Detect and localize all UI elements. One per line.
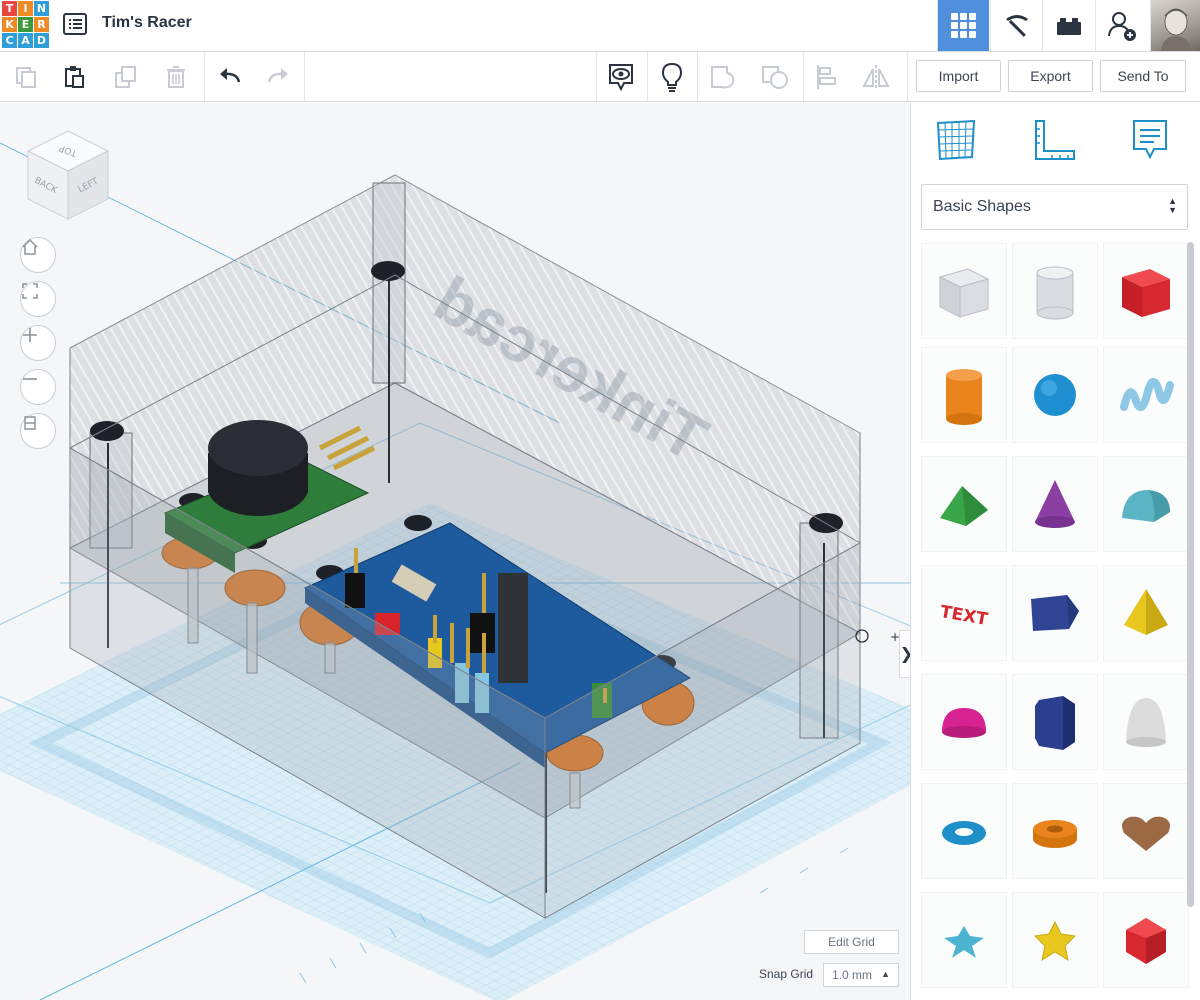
shape-torus[interactable] bbox=[921, 783, 1007, 879]
edit-grid-button[interactable]: Edit Grid bbox=[804, 930, 899, 954]
copy-icon[interactable] bbox=[8, 60, 44, 94]
shape-heart[interactable] bbox=[1103, 783, 1189, 879]
logo-letter: K bbox=[2, 17, 17, 32]
top-bar: T I N K E R C A D Tim's Racer bbox=[0, 0, 1200, 52]
snap-grid-label: Snap Grid bbox=[759, 967, 814, 981]
align-icon[interactable] bbox=[808, 60, 844, 94]
snap-grid-select[interactable]: 1.0 mm ▲ bbox=[823, 963, 899, 987]
3d-design-grid-icon[interactable] bbox=[937, 0, 989, 51]
bricks-icon[interactable] bbox=[1042, 0, 1094, 51]
ruler-icon[interactable] bbox=[1029, 115, 1079, 165]
shape-cylinder-hole[interactable] bbox=[1012, 243, 1098, 339]
logo-letter: I bbox=[18, 1, 33, 16]
snap-grid-value: 1.0 mm bbox=[832, 968, 873, 982]
collapse-panel-button[interactable]: ❯ bbox=[899, 630, 910, 678]
zoom-in-icon[interactable] bbox=[20, 325, 56, 361]
shape-icosahedron[interactable] bbox=[1103, 892, 1189, 988]
shape-cone[interactable] bbox=[1012, 456, 1098, 552]
lightbulb-icon[interactable] bbox=[654, 60, 690, 94]
duplicate-icon[interactable] bbox=[108, 60, 144, 94]
shape-cylinder[interactable] bbox=[921, 347, 1007, 443]
delete-icon[interactable] bbox=[158, 60, 194, 94]
zoom-out-icon[interactable] bbox=[20, 369, 56, 405]
edit-toolbar: Import Export Send To bbox=[0, 52, 1200, 102]
shape-tube[interactable] bbox=[1012, 783, 1098, 879]
send-to-button[interactable]: Send To bbox=[1100, 60, 1186, 92]
perspective-icon[interactable] bbox=[20, 413, 56, 449]
export-button[interactable]: Export bbox=[1008, 60, 1093, 92]
mirror-icon[interactable] bbox=[858, 60, 894, 94]
shape-sphere[interactable] bbox=[1012, 347, 1098, 443]
shape-box[interactable] bbox=[1103, 243, 1189, 339]
paste-icon[interactable] bbox=[56, 60, 92, 94]
shape-text-label: TEXT bbox=[938, 602, 989, 630]
design-list-icon[interactable] bbox=[63, 13, 87, 35]
workplane-viewport[interactable]: Tinkercad + TOP BACK LEFT Edit Grid Snap… bbox=[0, 103, 910, 1000]
notes-visibility-icon[interactable] bbox=[603, 60, 639, 94]
shape-category-select[interactable]: Basic Shapes ▲ ▼ bbox=[921, 184, 1188, 230]
shape-polygon-wedge[interactable] bbox=[1012, 565, 1098, 661]
add-user-icon[interactable] bbox=[1095, 0, 1147, 51]
import-button[interactable]: Import bbox=[916, 60, 1001, 92]
home-view-icon[interactable] bbox=[20, 237, 56, 273]
notes-icon[interactable] bbox=[1125, 115, 1175, 165]
group-icon[interactable] bbox=[706, 60, 742, 94]
shapes-panel: Basic Shapes ▲ ▼ TEXT bbox=[910, 103, 1200, 1000]
logo-letter: D bbox=[34, 33, 49, 48]
user-avatar[interactable] bbox=[1150, 0, 1200, 51]
logo-letter: A bbox=[18, 33, 33, 48]
pickaxe-icon[interactable] bbox=[990, 0, 1042, 51]
shape-pyramid[interactable] bbox=[1103, 565, 1189, 661]
logo-letter: E bbox=[18, 17, 33, 32]
logo-letter: N bbox=[34, 1, 49, 16]
shape-star-3d[interactable] bbox=[1012, 892, 1098, 988]
shape-round-roof[interactable] bbox=[1103, 456, 1189, 552]
fit-view-icon[interactable] bbox=[20, 281, 56, 317]
logo-letter: T bbox=[2, 1, 17, 16]
workplane-icon[interactable] bbox=[931, 115, 981, 165]
redo-icon[interactable] bbox=[260, 60, 296, 94]
shape-text[interactable]: TEXT bbox=[921, 565, 1007, 661]
shape-box-hole[interactable] bbox=[921, 243, 1007, 339]
logo-letter: C bbox=[2, 33, 17, 48]
shape-category-value: Basic Shapes bbox=[933, 198, 1031, 215]
design-title[interactable]: Tim's Racer bbox=[102, 14, 192, 32]
shape-half-sphere[interactable] bbox=[921, 674, 1007, 770]
undo-icon[interactable] bbox=[212, 60, 248, 94]
updown-caret-icon: ▲ ▼ bbox=[1168, 196, 1177, 215]
shape-polygon[interactable] bbox=[1012, 674, 1098, 770]
tinkercad-logo[interactable]: T I N K E R C A D bbox=[2, 1, 49, 48]
panel-scrollbar[interactable] bbox=[1187, 242, 1194, 907]
shape-star[interactable] bbox=[921, 892, 1007, 988]
logo-letter: R bbox=[34, 17, 49, 32]
caret-up-icon: ▲ bbox=[881, 969, 890, 979]
shape-roof[interactable] bbox=[921, 456, 1007, 552]
shape-paraboloid[interactable] bbox=[1103, 674, 1189, 770]
shape-scribble[interactable] bbox=[1103, 347, 1189, 443]
ungroup-icon[interactable] bbox=[757, 60, 793, 94]
workplane-scene[interactable]: Tinkercad + bbox=[0, 103, 910, 1000]
